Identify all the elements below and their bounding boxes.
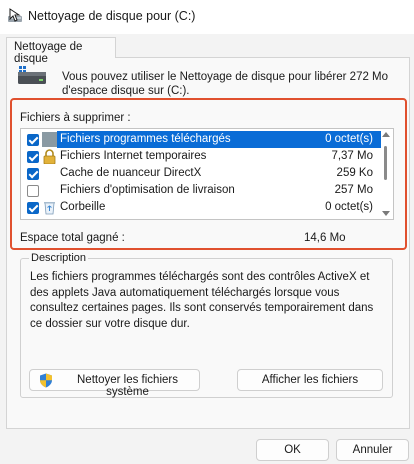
item-name: Fichiers Internet temporaires xyxy=(60,150,207,162)
scroll-up-arrow[interactable] xyxy=(382,132,390,137)
item-name: Cache de nuanceur DirectX xyxy=(60,167,202,179)
item-name: Fichiers d'optimisation de livraison xyxy=(60,184,235,196)
ok-button[interactable]: OK xyxy=(256,439,329,461)
list-item[interactable]: Fichiers Internet temporaires 7,37 Mo xyxy=(21,148,381,165)
checkbox[interactable] xyxy=(27,151,39,163)
checkbox[interactable] xyxy=(27,202,39,214)
item-size: 0 octet(s) xyxy=(325,133,373,145)
checkbox[interactable] xyxy=(27,185,39,197)
checkbox[interactable] xyxy=(27,134,39,146)
description-text: Les fichiers programmes téléchargés sont… xyxy=(30,271,374,330)
total-space-label: Espace total gagné : xyxy=(20,232,125,244)
title-bar: Nettoyage de disque pour (C:) xyxy=(0,0,414,34)
drive-icon xyxy=(18,66,46,84)
checkbox[interactable] xyxy=(27,168,39,180)
folder-icon xyxy=(42,132,57,147)
view-files-button[interactable]: Afficher les fichiers xyxy=(237,369,383,391)
scrollbar-thumb[interactable] xyxy=(384,146,387,180)
shield-icon xyxy=(40,373,52,388)
list-item[interactable]: Corbeille 0 octet(s) xyxy=(21,199,381,216)
window-title: Nettoyage de disque pour (C:) xyxy=(28,9,196,23)
scroll-down-arrow[interactable] xyxy=(382,211,390,216)
recycle-bin-icon xyxy=(44,202,55,215)
item-name: Fichiers programmes téléchargés xyxy=(60,133,231,145)
item-size: 259 Ko xyxy=(336,167,373,179)
lock-icon xyxy=(43,149,56,164)
description-legend: Description xyxy=(29,252,89,264)
total-space-value: 14,6 Mo xyxy=(304,232,346,244)
tab-disk-cleanup[interactable]: Nettoyage de disque xyxy=(6,37,116,65)
list-item[interactable]: Cache de nuanceur DirectX 259 Ko xyxy=(21,165,381,182)
intro-text: Vous pouvez utiliser le Nettoyage de dis… xyxy=(62,71,389,97)
files-to-delete-label: Fichiers à supprimer : xyxy=(20,112,131,124)
item-size: 7,37 Mo xyxy=(331,150,373,162)
list-item[interactable]: Fichiers d'optimisation de livraison 257… xyxy=(21,182,381,199)
clean-system-files-label: Nettoyer les fichiers système xyxy=(77,374,178,398)
item-name: Corbeille xyxy=(60,201,106,213)
item-size: 0 octet(s) xyxy=(325,201,373,213)
disk-cleanup-icon xyxy=(8,8,22,22)
clean-system-files-button[interactable]: Nettoyer les fichiers système xyxy=(29,369,200,398)
cancel-button[interactable]: Annuler xyxy=(336,439,409,461)
files-list[interactable]: Fichiers programmes téléchargés 0 octet(… xyxy=(20,128,394,220)
item-size: 257 Mo xyxy=(334,184,373,196)
list-item[interactable]: Fichiers programmes téléchargés 0 octet(… xyxy=(21,131,381,148)
